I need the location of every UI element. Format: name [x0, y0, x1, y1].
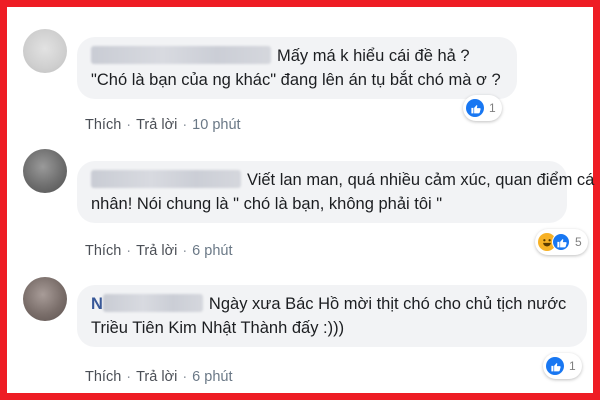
- reply-link[interactable]: Trả lời: [136, 243, 177, 259]
- like-icon: [546, 357, 564, 375]
- separator-dot: ·: [126, 243, 132, 259]
- reply-link[interactable]: Trả lời: [136, 369, 177, 385]
- like-icon: [552, 233, 570, 251]
- reaction-count: 1: [569, 359, 576, 373]
- comment-text: Triều Tiên Kim Nhật Thành đấy :))): [91, 319, 345, 337]
- comment-line: Viết lan man, quá nhiều cảm xúc, quan đi…: [91, 168, 594, 192]
- comment-bubble: N Ngày xưa Bác Hồ mời thịt chó cho chủ tị…: [77, 285, 587, 347]
- comment-bubble: Viết lan man, quá nhiều cảm xúc, quan đi…: [77, 161, 594, 223]
- comment-line: Mấy má k hiểu cái đề hả ?: [91, 44, 503, 68]
- separator-dot: ·: [126, 369, 132, 385]
- timestamp[interactable]: 10 phút: [192, 117, 240, 133]
- reaction-summary[interactable]: 1: [463, 95, 502, 121]
- reply-link[interactable]: Trả lời: [136, 117, 177, 133]
- separator-dot: ·: [182, 243, 188, 259]
- comment-text: "Chó là bạn của ng khác" đang lên án tụ …: [91, 71, 501, 89]
- comment-actions: Thích · Trả lời · 6 phút: [85, 243, 232, 259]
- comment-text: Viết lan man, quá nhiều cảm xúc, quan đi…: [247, 171, 595, 189]
- like-link[interactable]: Thích: [85, 117, 121, 133]
- separator-dot: ·: [126, 117, 132, 133]
- comment-actions: Thích · Trả lời · 6 phút: [85, 369, 232, 385]
- avatar[interactable]: [23, 277, 67, 321]
- like-link[interactable]: Thích: [85, 369, 121, 385]
- timestamp[interactable]: 6 phút: [192, 243, 232, 259]
- comment-text: Ngày xưa Bác Hồ mời thịt chó cho chủ tịc…: [208, 295, 567, 313]
- avatar[interactable]: [23, 149, 67, 193]
- like-link[interactable]: Thích: [85, 243, 121, 259]
- separator-dot: ·: [182, 117, 188, 133]
- reaction-count: 1: [489, 101, 496, 115]
- timestamp[interactable]: 6 phút: [192, 369, 232, 385]
- blurred-author-name[interactable]: [91, 170, 241, 188]
- comment-line: N Ngày xưa Bác Hồ mời thịt chó cho chủ tị…: [91, 292, 573, 316]
- blurred-author-name[interactable]: [91, 46, 271, 64]
- comment-bubble: Mấy má k hiểu cái đề hả ? "Chó là bạn củ…: [77, 37, 517, 99]
- comment-text: nhân! Nói chung là " chó là bạn, không p…: [91, 195, 443, 213]
- blurred-author-name[interactable]: [102, 294, 203, 312]
- like-icon: [466, 99, 484, 117]
- reaction-count: 5: [575, 235, 582, 249]
- separator-dot: ·: [182, 369, 188, 385]
- avatar[interactable]: [23, 29, 67, 73]
- comment-text: Mấy má k hiểu cái đề hả ?: [277, 47, 470, 65]
- reaction-summary[interactable]: 1: [543, 353, 582, 379]
- comment-actions: Thích · Trả lời · 10 phút: [85, 117, 241, 133]
- author-name[interactable]: N: [91, 295, 103, 313]
- reaction-summary[interactable]: 5: [535, 229, 588, 255]
- red-border-frame: Mấy má k hiểu cái đề hả ? "Chó là bạn củ…: [0, 0, 600, 400]
- reaction-icons: [538, 233, 570, 251]
